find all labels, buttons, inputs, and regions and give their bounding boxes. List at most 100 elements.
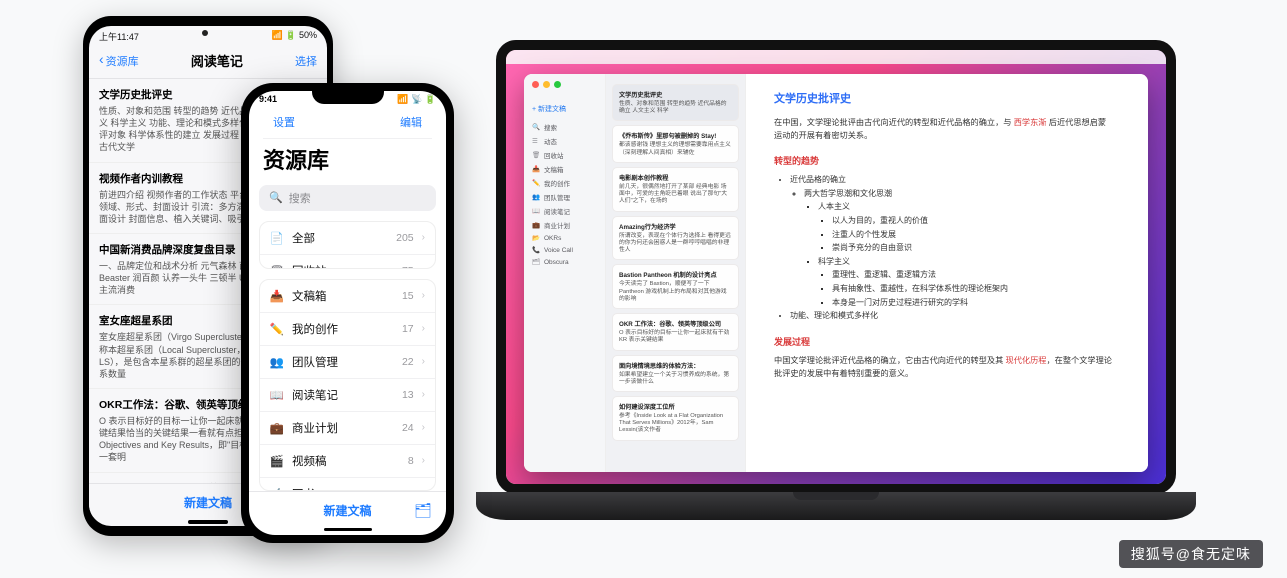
folder-row[interactable]: 👥团队管理22› — [260, 346, 435, 379]
new-doc-button[interactable]: 新建文稿 — [184, 494, 232, 511]
folder-row[interactable]: ✍️写书17› — [260, 478, 435, 491]
settings-button[interactable]: 设置 — [273, 114, 295, 130]
folder-row[interactable]: 🎬视频稿8› — [260, 445, 435, 478]
status-time: 9:41 — [259, 94, 277, 105]
status-icons: 📶 📡 🔋 — [397, 94, 436, 105]
sidebar-item[interactable]: 👥团队管理 — [530, 190, 599, 204]
card-title: Bastion Pantheon 机制的设计亮点 — [619, 270, 732, 279]
home-indicator — [324, 528, 372, 531]
sidebar-icon: ✏️ — [532, 179, 540, 187]
note-card[interactable]: Bastion Pantheon 机制的设计亮点今天读完了 Bastion，顺便… — [612, 264, 739, 309]
folders-group: 📥文稿箱15›✏️我的创作17›👥团队管理22›📖阅读笔记13›💼商业计划24›… — [259, 279, 436, 491]
doc-intro: 在中国，文学理论批评由古代向近代的转型和近代品格的确立，与 西学东渐 后近代思想… — [774, 116, 1114, 142]
sidebar-icon: 📖 — [532, 207, 540, 215]
sidebar-item[interactable]: 💼 商业计划 — [530, 218, 599, 232]
folder-count: 13 — [402, 389, 414, 401]
folder-label: 团队管理 — [292, 354, 394, 370]
chevron-right-icon: › — [422, 356, 425, 367]
select-button[interactable]: 选择 — [295, 53, 317, 69]
sidebar-label: 搜索 — [544, 122, 557, 132]
search-field[interactable]: 🔍 搜索 — [259, 185, 436, 211]
sidebar-item[interactable]: 🗑回收站 — [530, 148, 599, 162]
note-card[interactable]: 面向境情境思维的体验方法： 如果希望建立一个关于习惯养成的系统，第一步该做什么 — [612, 355, 739, 392]
library-title: 资源库 — [263, 143, 432, 175]
zoom-button[interactable] — [554, 81, 561, 88]
laptop-base — [476, 492, 1196, 520]
sidebar-icon: 👥 — [532, 193, 540, 201]
folder-count: 75 — [402, 265, 414, 269]
sidebar-item[interactable]: 🔍 搜索 — [530, 120, 599, 134]
new-folder-button[interactable]: 🗂 — [414, 502, 432, 519]
new-doc-button[interactable]: + 新建文稿 — [530, 102, 599, 116]
card-title: Amazing行为经济学 — [619, 222, 732, 231]
sidebar-icon: 💼 — [532, 221, 540, 229]
new-doc-button[interactable]: 新建文稿 — [323, 502, 371, 519]
back-button[interactable]: 资源库 — [99, 53, 139, 69]
sidebar-label: 阅读笔记 — [544, 206, 570, 216]
folder-row[interactable]: 📄全部205› — [260, 222, 435, 255]
card-title: 如何建设深度工位所 — [619, 402, 732, 411]
note-card[interactable]: 电影剧本创作教程前几天，很偶然地打开了某部 经典电影 场面中，可爱的主角眨巴着眼… — [612, 167, 739, 212]
camera-dot — [202, 30, 208, 36]
folder-label: 视频稿 — [292, 453, 400, 469]
note-card[interactable]: 文学历史批评史性质、对象和范围 转型的趋势 近代品格的确立 人文主义 科学 — [612, 84, 739, 121]
sidebar-label: Voice Call — [544, 247, 573, 254]
doc-title: 文学历史批评史 — [774, 90, 1114, 106]
top-group: 📄全部205›🗑回收站75› — [259, 221, 436, 269]
card-preview: 性质、对象和范围 转型的趋势 近代品格的确立 人文主义 科学 — [619, 101, 732, 115]
close-button[interactable] — [532, 81, 539, 88]
folder-icon: 📄 — [270, 231, 284, 245]
folder-row[interactable]: 📖阅读笔记13› — [260, 379, 435, 412]
minimize-button[interactable] — [543, 81, 550, 88]
sidebar-icon: 🔍 — [532, 123, 540, 131]
page-title: 阅读笔记 — [191, 51, 243, 70]
card-preview: 如果希望建立一个关于习惯养成的系统，第一步该做什么 — [619, 372, 732, 386]
card-preview: 参考《Inside Look at a Flat Organization Th… — [619, 413, 732, 435]
note-card[interactable]: Amazing行为经济学所谓改变，表现在个体行为选择上 看得更远的你为何还会困惑… — [612, 216, 739, 261]
note-card[interactable]: OKR 工作法：谷歌、领英等顶级公司O 表示目标好的目标一让你一起床就有干劲 K… — [612, 313, 739, 350]
sidebar-icon: 📂 — [532, 234, 540, 242]
sidebar-label: 商业计划 — [544, 220, 570, 230]
home-indicator — [188, 520, 228, 524]
card-title: OKR 工作法：谷歌、领英等顶级公司 — [619, 319, 732, 328]
sidebar-label: 回收站 — [544, 150, 564, 160]
chevron-right-icon: › — [422, 232, 425, 243]
sidebar-item[interactable]: ☰动态 — [530, 134, 599, 148]
sidebar-item[interactable]: 📖 阅读笔记 — [530, 204, 599, 218]
card-title: 面向境情境思维的体验方法： — [619, 361, 732, 370]
status-icons: 📶 🔋 50% — [272, 30, 317, 43]
sidebar-item[interactable]: 📂OKRs — [530, 232, 599, 244]
edit-button[interactable]: 编辑 — [400, 114, 422, 130]
sidebar-item[interactable]: 📥文稿箱 — [530, 162, 599, 176]
display-bezel: + 新建文稿 🔍 搜索 ☰动态🗑回收站📥文稿箱✏️我的创作👥团队管理 📖 阅读笔记 💼 商业… — [496, 40, 1176, 494]
menu-bar — [506, 50, 1166, 64]
note-list-column: 文学历史批评史性质、对象和范围 转型的趋势 近代品格的确立 人文主义 科学《乔布… — [606, 74, 746, 472]
card-preview: 前几天，很偶然地打开了某部 经典电影 场面中，可爱的主角眨巴着眼 说出了那句"大… — [619, 184, 732, 206]
note-card[interactable]: 如何建设深度工位所参考《Inside Look at a Flat Organi… — [612, 396, 739, 441]
highlight-text: 西学东渐 — [1014, 118, 1047, 127]
phone2-screen: 9:41 📶 📡 🔋 设置 编辑 资源库 🔍 搜索 📄全部205›🗑回收站75›… — [249, 91, 446, 535]
card-preview: 今天读完了 Bastion，顺便写了一下 Pantheon 游戏机制上的布局和对… — [619, 281, 732, 303]
sidebar-item[interactable]: 📞Voice Call — [530, 244, 599, 256]
status-time: 上午11:47 — [99, 30, 139, 43]
sidebar-item[interactable]: ✏️我的创作 — [530, 176, 599, 190]
folder-label: 商业计划 — [292, 420, 394, 436]
sidebar-item[interactable]: 🗂Obscura — [530, 256, 599, 268]
note-card[interactable]: 《乔布斯传》里那句被删掉的 Stay!都该感谢钱 理想主义的理想需要靠用点主义（… — [612, 125, 739, 162]
folder-icon: 📖 — [270, 388, 284, 402]
section-heading: 转型的趋势 — [774, 154, 1114, 167]
search-icon: 🔍 — [269, 191, 283, 204]
chevron-right-icon: › — [422, 389, 425, 400]
folder-count: 8 — [408, 455, 414, 467]
sidebar-label: 文稿箱 — [544, 164, 564, 174]
folder-row[interactable]: 📥文稿箱15› — [260, 280, 435, 313]
folder-row[interactable]: 🗑回收站75› — [260, 255, 435, 269]
document-editor[interactable]: 文学历史批评史 在中国，文学理论批评由古代向近代的转型和近代品格的确立，与 西学… — [746, 74, 1148, 472]
chevron-right-icon: › — [422, 422, 425, 433]
folder-row[interactable]: ✏️我的创作17› — [260, 313, 435, 346]
sidebar-label: Obscura — [544, 259, 569, 266]
folder-count: 22 — [402, 356, 414, 368]
folder-row[interactable]: 💼商业计划24› — [260, 412, 435, 445]
folder-label: 文稿箱 — [292, 288, 394, 304]
doc-paragraph: 中国文学理论批评近代品格的确立，它由古代向近代的转型及其 现代化历程，在整个文学… — [774, 354, 1114, 380]
